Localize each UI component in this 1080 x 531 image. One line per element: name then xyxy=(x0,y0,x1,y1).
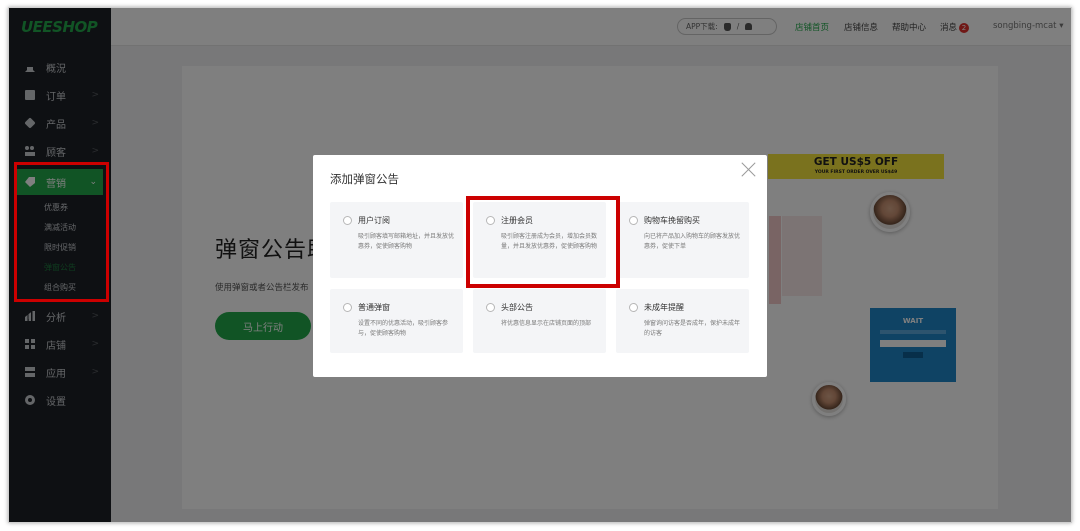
option-title: 未成年提醒 xyxy=(644,303,684,312)
option-age-reminder[interactable]: 未成年提醒 弹窗询问访客是否成年，保护未成年的访客 xyxy=(616,289,749,353)
option-cart-recovery[interactable]: 购物车挽留购买 向已将产品加入购物车的顾客发放优惠券，促使下单 xyxy=(616,202,749,278)
option-title: 普通弹窗 xyxy=(358,303,390,312)
radio-button[interactable] xyxy=(343,216,352,225)
option-description: 设置不同的优惠活动，吸引顾客参与，促使顾客购物 xyxy=(358,320,449,337)
option-description: 向已将产品加入购物车的顾客发放优惠券，促使下单 xyxy=(644,233,741,250)
screenshot-frame: UEESHOP 概況 订单 > 产品 > 顾客 > 营销 ⌄ 优惠券 满减活动 … xyxy=(8,7,1072,523)
option-title: 用户订阅 xyxy=(358,216,390,225)
option-description: 弹窗询问访客是否成年，保护未成年的访客 xyxy=(644,320,741,337)
option-description: 将优惠信息显示在店铺页面的顶部 xyxy=(501,320,592,327)
option-normal-popup[interactable]: 普通弹窗 设置不同的优惠活动，吸引顾客参与，促使顾客购物 xyxy=(330,289,463,353)
radio-button[interactable] xyxy=(629,216,638,225)
radio-button[interactable] xyxy=(629,303,638,312)
highlight-box xyxy=(14,162,109,302)
option-description: 吸引顾客填写邮箱地址，并且发放优惠券，促使顾客购物 xyxy=(358,233,455,250)
radio-button[interactable] xyxy=(343,303,352,312)
option-title: 头部公告 xyxy=(501,303,533,312)
highlight-box xyxy=(466,196,620,288)
option-title: 购物车挽留购买 xyxy=(644,216,700,225)
modal-title: 添加弹窗公告 xyxy=(330,172,399,186)
option-header-announcement[interactable]: 头部公告 将优惠信息显示在店铺页面的顶部 xyxy=(473,289,606,353)
close-icon[interactable] xyxy=(741,161,757,177)
option-user-subscribe[interactable]: 用户订阅 吸引顾客填写邮箱地址，并且发放优惠券，促使顾客购物 xyxy=(330,202,463,278)
radio-button[interactable] xyxy=(486,303,495,312)
